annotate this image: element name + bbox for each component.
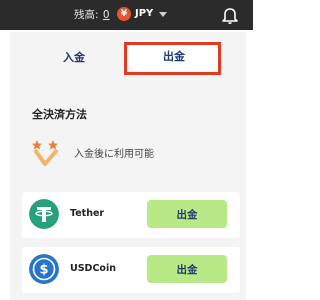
bell-icon[interactable] [220,5,240,25]
withdraw-button-tether[interactable]: 出金 [147,200,227,228]
section-title: 全決済方法 [32,108,87,121]
tab-switcher: 入金 出金 [22,40,230,74]
notice-row: 入金後に利用可能 [22,130,240,174]
currency-coin-icon[interactable]: ¥ [117,7,131,21]
notice-text: 入金後に利用可能 [74,149,154,160]
withdraw-button-usdcoin[interactable]: 出金 [147,255,227,283]
balance: 残高: 0 [74,7,110,22]
balance-label: 残高: [74,9,99,21]
svg-text:$: $ [39,263,48,278]
currency-selector[interactable]: JPY [135,8,153,19]
method-row-usdcoin: $ USDCoin 出金 [22,247,240,293]
method-name: USDCoin [70,263,116,274]
tab-withdraw[interactable]: 出金 [126,40,222,72]
usdc-icon: $ [29,254,59,284]
balance-value[interactable]: 0 [103,9,110,21]
top-bar: 残高: 0 ¥ JPY [0,0,253,30]
tether-icon [29,199,59,229]
method-row-tether: Tether 出金 [22,192,240,238]
stars-badge-icon [32,140,59,166]
tab-deposit[interactable]: 入金 [22,40,126,74]
payment-panel: 入金 出金 全決済方法 入金後に利用可能 Tether 出金 $ USDCoin… [10,32,246,300]
chevron-down-icon[interactable] [159,12,167,17]
method-name: Tether [70,208,105,219]
